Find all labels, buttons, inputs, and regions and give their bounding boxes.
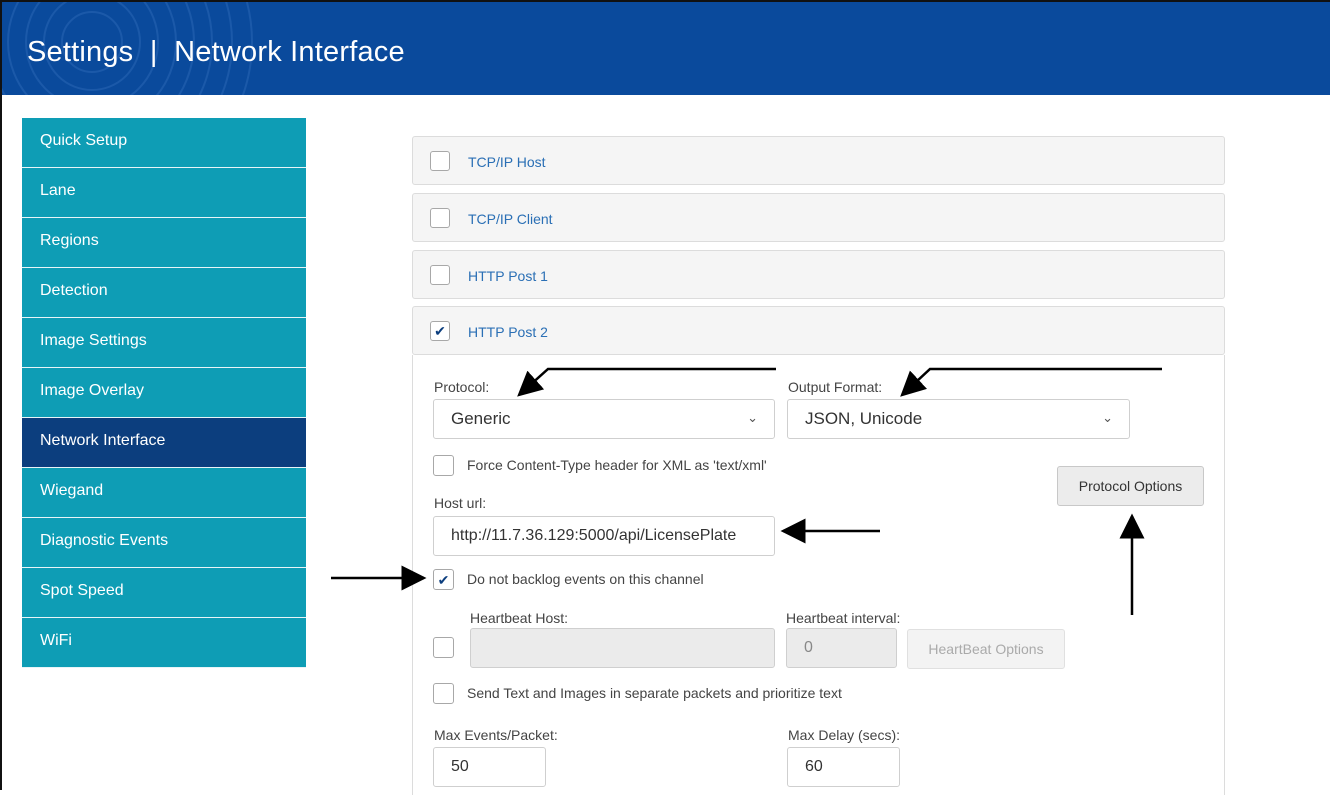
host-url-input[interactable]: http://11.7.36.129:5000/api/LicensePlate bbox=[433, 516, 775, 556]
channel-label-tcpip-host[interactable]: TCP/IP Host bbox=[468, 154, 546, 170]
checkmark-icon: ✔ bbox=[434, 323, 446, 339]
protocol-select[interactable]: Generic ⌄ bbox=[433, 399, 775, 439]
sidebar-item-spot-speed[interactable]: Spot Speed bbox=[22, 568, 306, 618]
channel-panel-tcpip-host: TCP/IP Host bbox=[412, 136, 1225, 185]
page-title: Settings | Network Interface bbox=[27, 36, 405, 68]
page-header: Settings | Network Interface bbox=[2, 2, 1330, 95]
heartbeat-host-label: Heartbeat Host: bbox=[470, 610, 569, 626]
host-url-label: Host url: bbox=[434, 495, 487, 511]
heartbeat-interval-label: Heartbeat interval: bbox=[786, 610, 901, 626]
sidebar-item-detection[interactable]: Detection bbox=[22, 268, 306, 318]
chevron-down-icon: ⌄ bbox=[1102, 410, 1113, 425]
force-content-type-checkbox[interactable] bbox=[433, 455, 454, 476]
separate-packets-label: Send Text and Images in separate packets… bbox=[467, 685, 842, 701]
channel-panel-tcpip-client: TCP/IP Client bbox=[412, 193, 1225, 242]
checkmark-icon: ✔ bbox=[437, 571, 450, 588]
heartbeat-checkbox[interactable] bbox=[433, 637, 454, 658]
channel-checkbox-tcpip-client[interactable] bbox=[430, 208, 450, 228]
channel-label-http-post-2[interactable]: HTTP Post 2 bbox=[468, 324, 548, 340]
force-content-type-label: Force Content-Type header for XML as 'te… bbox=[467, 457, 767, 473]
no-backlog-label: Do not backlog events on this channel bbox=[467, 571, 704, 587]
max-delay-input[interactable]: 60 bbox=[787, 747, 900, 787]
channel-checkbox-http-post-1[interactable] bbox=[430, 265, 450, 285]
output-format-select[interactable]: JSON, Unicode ⌄ bbox=[787, 399, 1130, 439]
output-format-select-value: JSON, Unicode bbox=[805, 409, 923, 428]
heartbeat-interval-input[interactable]: 0 bbox=[786, 628, 897, 668]
sidebar-item-network-interface[interactable]: Network Interface bbox=[22, 418, 306, 468]
max-delay-label: Max Delay (secs): bbox=[788, 727, 901, 743]
sidebar-item-image-overlay[interactable]: Image Overlay bbox=[22, 368, 306, 418]
protocol-options-button[interactable]: Protocol Options bbox=[1057, 466, 1204, 506]
max-events-label: Max Events/Packet: bbox=[434, 727, 558, 743]
sidebar-item-image-settings[interactable]: Image Settings bbox=[22, 318, 306, 368]
sidebar-item-wifi[interactable]: WiFi bbox=[22, 618, 306, 668]
heartbeat-host-input[interactable] bbox=[470, 628, 775, 668]
sidebar-item-quick-setup[interactable]: Quick Setup bbox=[22, 118, 306, 168]
channel-label-http-post-1[interactable]: HTTP Post 1 bbox=[468, 268, 548, 284]
channel-panel-http-post-2: ✔ HTTP Post 2 bbox=[412, 306, 1225, 355]
chevron-down-icon: ⌄ bbox=[747, 410, 758, 425]
max-events-input[interactable]: 50 bbox=[433, 747, 546, 787]
no-backlog-checkbox[interactable]: ✔ bbox=[433, 569, 454, 590]
sidebar-item-wiegand[interactable]: Wiegand bbox=[22, 468, 306, 518]
sidebar-item-lane[interactable]: Lane bbox=[22, 168, 306, 218]
channel-panel-http-post-1: HTTP Post 1 bbox=[412, 250, 1225, 299]
protocol-select-value: Generic bbox=[451, 409, 511, 428]
sidebar-nav: Quick Setup Lane Regions Detection Image… bbox=[22, 118, 306, 668]
channel-label-tcpip-client[interactable]: TCP/IP Client bbox=[468, 211, 553, 227]
heartbeat-options-button[interactable]: HeartBeat Options bbox=[907, 629, 1065, 669]
output-format-label: Output Format: bbox=[788, 379, 883, 395]
channel-checkbox-tcpip-host[interactable] bbox=[430, 151, 450, 171]
sidebar-item-diagnostic-events[interactable]: Diagnostic Events bbox=[22, 518, 306, 568]
sidebar-item-regions[interactable]: Regions bbox=[22, 218, 306, 268]
separate-packets-checkbox[interactable] bbox=[433, 683, 454, 704]
protocol-label: Protocol: bbox=[434, 379, 490, 395]
channel-checkbox-http-post-2[interactable]: ✔ bbox=[430, 321, 450, 341]
